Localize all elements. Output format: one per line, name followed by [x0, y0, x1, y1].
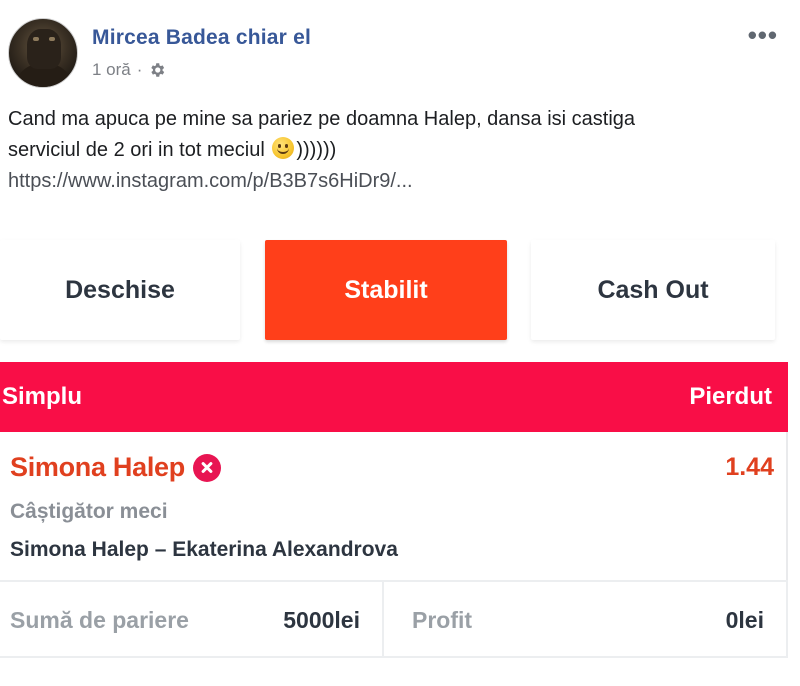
profit-cell: Profit 0lei [386, 582, 786, 658]
event-name: Simona Halep – Ekaterina Alexandrova [10, 538, 398, 561]
bet-footer: Sumă de pariere 5000lei Profit 0lei [0, 580, 788, 658]
gear-icon[interactable] [148, 61, 166, 79]
tab-cash-out[interactable]: Cash Out [531, 240, 775, 340]
post-text-line1: Cand ma apuca pe mine sa pariez pe doamn… [8, 108, 636, 130]
author-name[interactable]: Mircea Badea chiar el [92, 26, 311, 50]
bet-type: Simplu [2, 383, 83, 410]
profit-label: Profit [412, 606, 473, 633]
market-name: Câștigător meci [10, 500, 168, 523]
post-text-line2-end: )))))) [296, 139, 337, 161]
bet-card: Simplu Pierdut Simona Halep 1.44 Câștigă… [0, 362, 788, 658]
meta-separator: · [136, 60, 143, 79]
lost-x-icon [192, 453, 221, 482]
stake-value: 5000lei [283, 606, 360, 633]
stake-label: Sumă de pariere [10, 606, 189, 633]
bet-status: Pierdut [689, 383, 772, 410]
post-time[interactable]: 1 oră [92, 60, 131, 80]
profit-value: 0lei [725, 606, 764, 633]
stake-cell: Sumă de pariere 5000lei [0, 582, 384, 658]
instagram-link[interactable]: https://www.instagram.com/p/B3B7s6HiDr9/… [8, 166, 792, 197]
tab-stabilit[interactable]: Stabilit [265, 240, 507, 340]
tab-deschise[interactable]: Deschise [0, 240, 240, 340]
bet-details: Simona Halep 1.44 Câștigător meci Simona… [0, 432, 788, 582]
bet-header: Simplu Pierdut [0, 362, 788, 432]
selection-row: Simona Halep 1.44 [10, 452, 774, 483]
bet-status-tabs: Deschise Stabilit Cash Out [0, 240, 800, 340]
post-meta: 1 oră · [92, 60, 166, 80]
avatar[interactable] [8, 18, 78, 88]
post-text: Cand ma apuca pe mine sa pariez pe doamn… [8, 104, 792, 197]
odds-value: 1.44 [725, 453, 774, 481]
post-header: Mircea Badea chiar el 1 oră · ••• [8, 18, 792, 92]
smile-emoji-icon [272, 137, 295, 159]
post-text-line2: serviciul de 2 ori in tot meciul [8, 139, 265, 161]
more-options-icon[interactable]: ••• [748, 22, 778, 48]
selection-name: Simona Halep [10, 452, 185, 482]
